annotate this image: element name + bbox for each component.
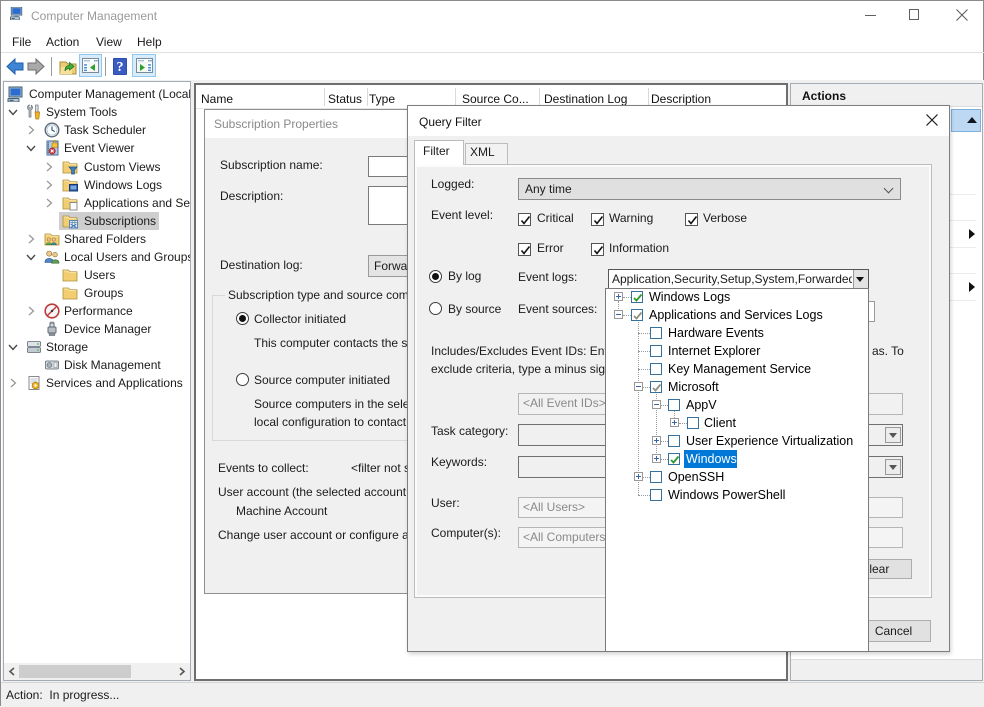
svg-text:?: ? [117, 60, 124, 75]
